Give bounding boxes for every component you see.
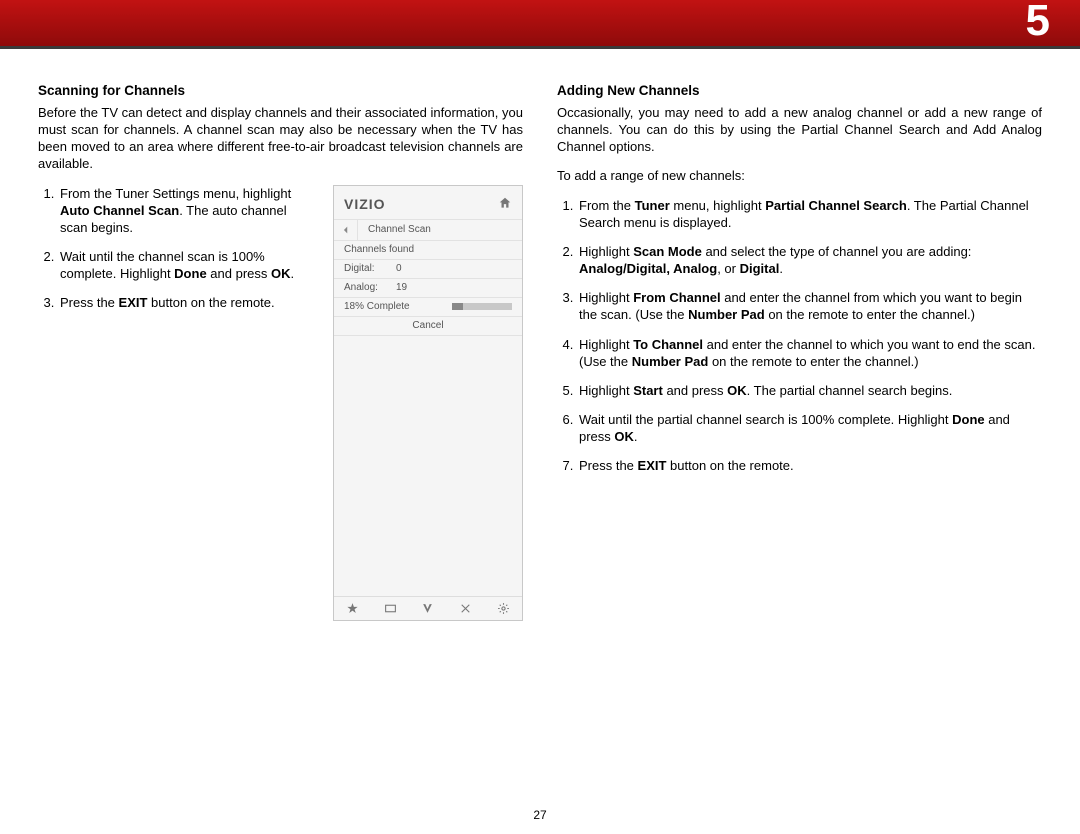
menu-analog-row: Analog:19 (334, 279, 522, 298)
menu-bottom-bar (334, 596, 522, 620)
progress-label: 18% Complete (344, 301, 410, 312)
scanning-step-2: Wait until the channel scan is 100% comp… (58, 248, 315, 282)
home-icon[interactable] (498, 196, 512, 213)
scanning-step-1: From the Tuner Settings menu, highlight … (58, 185, 315, 236)
screen-icon[interactable] (384, 602, 397, 615)
gear-icon[interactable] (497, 602, 510, 615)
menu-title: Channel Scan (358, 224, 522, 235)
back-icon[interactable] (334, 220, 358, 240)
star-icon[interactable] (346, 602, 359, 615)
menu-progress-row: 18% Complete (334, 298, 522, 317)
menu-spacer (334, 336, 522, 596)
v-icon[interactable] (421, 602, 434, 615)
menu-channels-found: Channels found (334, 241, 522, 260)
scanning-step-3: Press the EXIT button on the remote. (58, 294, 315, 311)
section-title-adding: Adding New Channels (557, 83, 1042, 98)
menu-title-row: Channel Scan (334, 219, 522, 241)
adding-step-6: Wait until the partial channel search is… (577, 411, 1042, 445)
adding-step-4: Highlight To Channel and enter the chann… (577, 336, 1042, 370)
close-icon[interactable] (459, 602, 472, 615)
page-body: Scanning for Channels Before the TV can … (0, 49, 1080, 621)
chapter-header: 5 (0, 0, 1080, 46)
scanning-intro: Before the TV can detect and display cha… (38, 104, 523, 173)
left-column: Scanning for Channels Before the TV can … (38, 83, 523, 621)
adding-step-5: Highlight Start and press OK. The partia… (577, 382, 1042, 399)
channel-scan-menu: VIZIO Channel Scan Channels found Digita… (333, 185, 523, 621)
progress-fill (452, 303, 463, 310)
right-column: Adding New Channels Occasionally, you ma… (557, 83, 1042, 621)
adding-lead: To add a range of new channels: (557, 167, 1042, 184)
progress-bar (452, 303, 512, 310)
menu-digital-row: Digital:0 (334, 260, 522, 279)
page-number: 27 (0, 808, 1080, 822)
scanning-steps: From the Tuner Settings menu, highlight … (38, 185, 315, 312)
section-title-scanning: Scanning for Channels (38, 83, 523, 98)
chapter-number: 5 (1026, 0, 1050, 46)
menu-cancel-button[interactable]: Cancel (334, 317, 522, 336)
adding-step-7: Press the EXIT button on the remote. (577, 457, 1042, 474)
adding-step-2: Highlight Scan Mode and select the type … (577, 243, 1042, 277)
adding-intro: Occasionally, you may need to add a new … (557, 104, 1042, 155)
adding-step-1: From the Tuner menu, highlight Partial C… (577, 197, 1042, 231)
menu-top-bar: VIZIO (334, 186, 522, 219)
adding-steps: From the Tuner menu, highlight Partial C… (557, 197, 1042, 475)
adding-step-3: Highlight From Channel and enter the cha… (577, 289, 1042, 323)
vizio-logo: VIZIO (344, 196, 386, 212)
